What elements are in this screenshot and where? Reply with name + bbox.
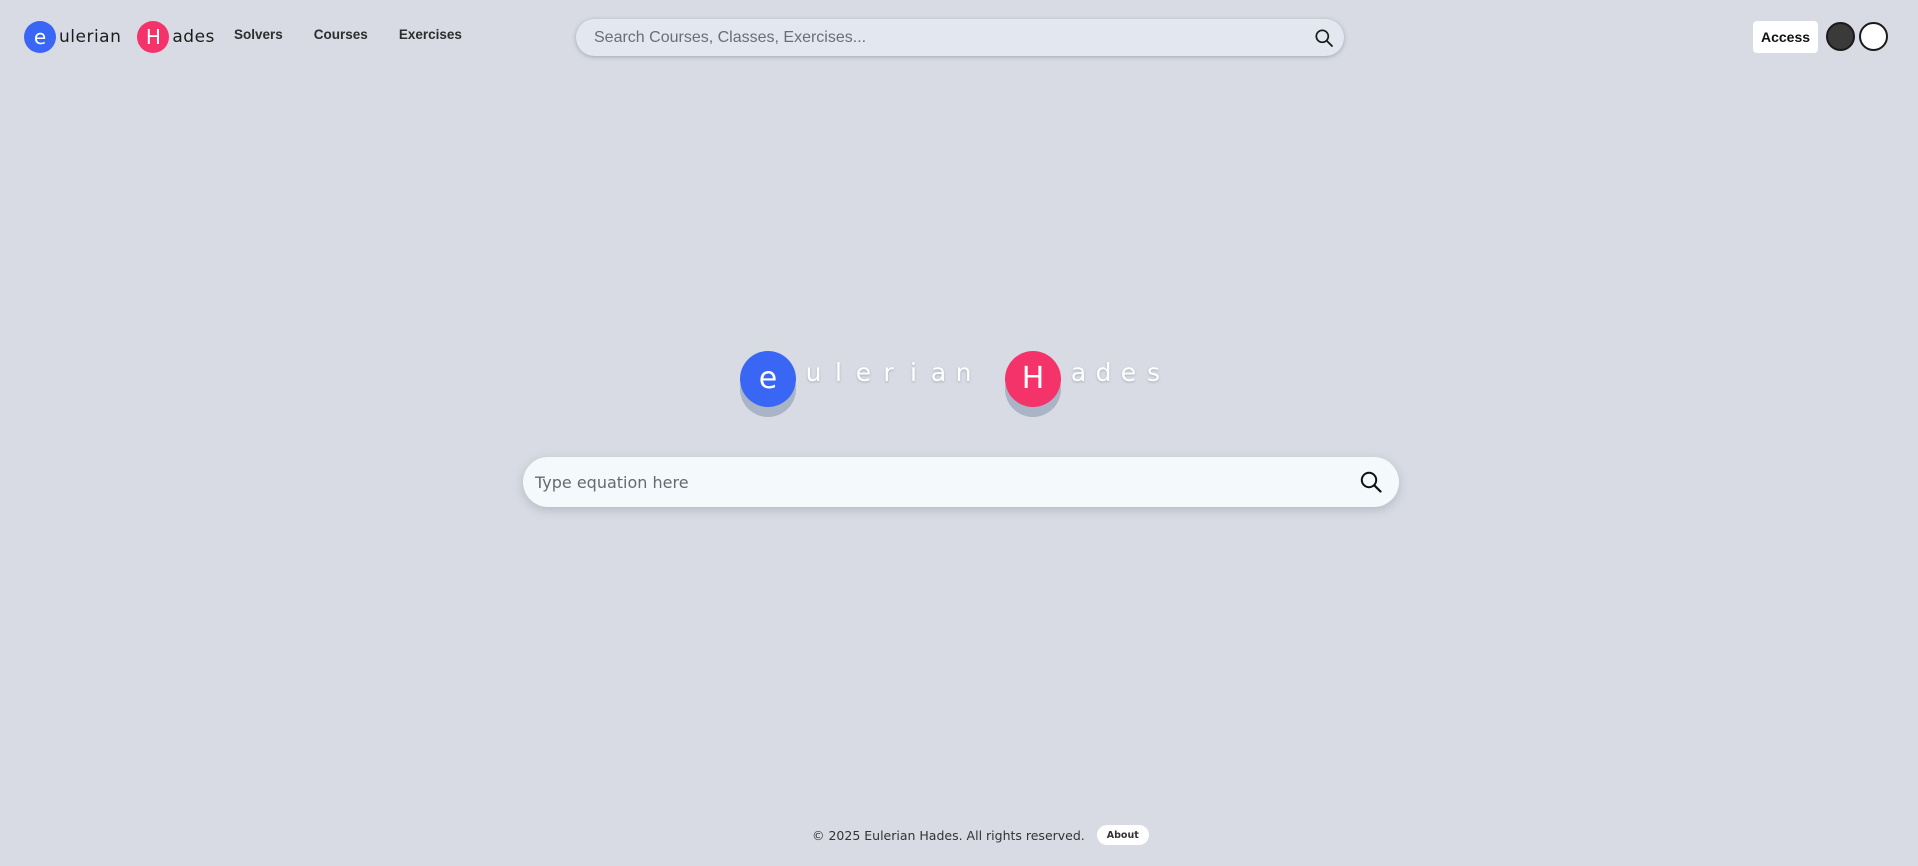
search-icon [1360, 471, 1382, 493]
hero-letter: a [1066, 359, 1091, 393]
hero-letter: d [1091, 359, 1116, 393]
about-button[interactable]: About [1096, 825, 1149, 845]
brand-logo-h-letter: H [145, 25, 161, 49]
hero-word-ades: a d e s [1066, 351, 1166, 393]
light-theme-toggle[interactable] [1859, 22, 1888, 51]
nav-link-solvers[interactable]: Solvers [234, 27, 283, 42]
hero-letter: n [951, 359, 976, 393]
hero-letter: e [851, 359, 876, 393]
hero-logo: e u l e r i a n H a d e s [740, 351, 1166, 421]
equation-input[interactable] [523, 457, 1343, 507]
search-icon [1315, 28, 1333, 47]
footer: © 2025 Eulerian Hades. All rights reserv… [812, 825, 1149, 845]
nav-link-exercises[interactable]: Exercises [399, 27, 462, 42]
dark-theme-toggle[interactable] [1826, 22, 1855, 51]
main-nav: Solvers Courses Exercises [234, 27, 462, 42]
copyright-text: © 2025 Eulerian Hades. All rights reserv… [812, 827, 1085, 843]
hero-letter: i [901, 359, 926, 393]
brand-logo-e-letter: e [33, 25, 47, 49]
equation-search-bar [523, 457, 1399, 507]
hero-letter: l [826, 359, 851, 393]
hero-e-letter: e [758, 361, 778, 396]
brand-logo[interactable]: e ulerian H ades [24, 21, 215, 53]
nav-link-courses[interactable]: Courses [314, 27, 368, 42]
equation-search-button[interactable] [1343, 457, 1399, 507]
top-search-bar [576, 19, 1344, 56]
hero-letter: s [1141, 359, 1166, 393]
hero-letter: a [926, 359, 951, 393]
hero-h-letter: H [1021, 361, 1045, 396]
access-button[interactable]: Access [1753, 21, 1818, 53]
hero-letter: u [801, 359, 826, 393]
hero-e-circle: e [740, 351, 796, 407]
brand-logo-e-circle: e [24, 21, 56, 53]
brand-logo-h-circle: H [137, 21, 170, 53]
top-search-input[interactable] [576, 19, 1304, 56]
brand-logo-ades: ades [172, 27, 215, 47]
hero-letter: e [1116, 359, 1141, 393]
hero-word-ulerian: u l e r i a n [801, 351, 976, 393]
top-header: e ulerian H ades Solvers Courses Exercis… [0, 0, 1918, 74]
hero-h-circle: H [1005, 351, 1061, 407]
hero-letter: r [876, 359, 901, 393]
brand-logo-ulerian: ulerian [59, 27, 122, 47]
top-search-button[interactable] [1304, 19, 1344, 56]
